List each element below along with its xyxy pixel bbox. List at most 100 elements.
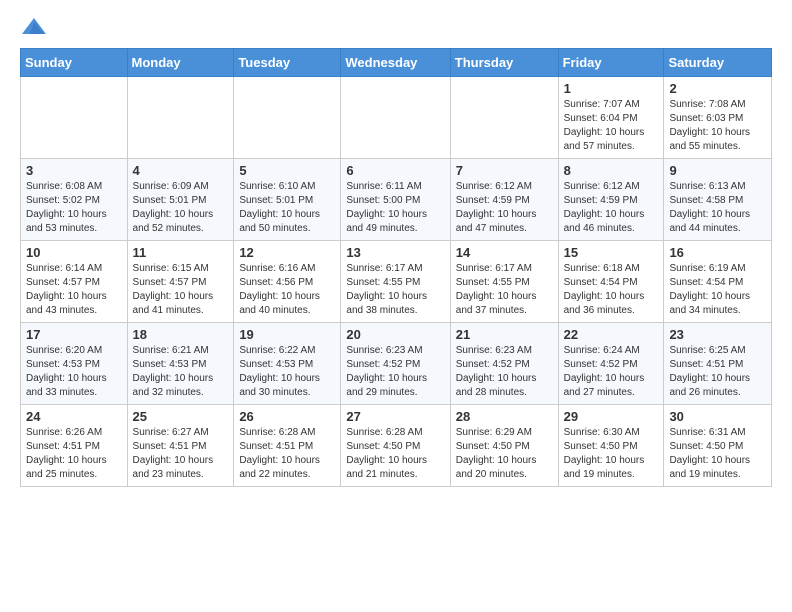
- day-cell: 22 Sunrise: 6:24 AM Sunset: 4:52 PM Dayli…: [558, 323, 664, 405]
- day-info: Sunrise: 6:24 AM Sunset: 4:52 PM Dayligh…: [564, 344, 659, 400]
- day-cell: 19 Sunrise: 6:22 AM Sunset: 4:53 PM Dayli…: [234, 323, 341, 405]
- logo-area: [20, 16, 52, 38]
- day-cell: 28 Sunrise: 6:29 AM Sunset: 4:50 PM Dayli…: [450, 405, 558, 487]
- day-cell: 26 Sunrise: 6:28 AM Sunset: 4:51 PM Dayli…: [234, 405, 341, 487]
- day-number: 3: [26, 163, 122, 178]
- day-number: 9: [669, 163, 766, 178]
- day-info: Sunrise: 6:28 AM Sunset: 4:51 PM Dayligh…: [239, 426, 335, 482]
- day-number: 16: [669, 245, 766, 260]
- column-header-sunday: Sunday: [21, 49, 128, 77]
- day-info: Sunrise: 6:12 AM Sunset: 4:59 PM Dayligh…: [564, 180, 659, 236]
- logo-icon: [20, 16, 48, 38]
- day-number: 23: [669, 327, 766, 342]
- week-row-4: 17 Sunrise: 6:20 AM Sunset: 4:53 PM Dayli…: [21, 323, 772, 405]
- day-cell: 30 Sunrise: 6:31 AM Sunset: 4:50 PM Dayli…: [664, 405, 772, 487]
- day-number: 4: [133, 163, 229, 178]
- day-info: Sunrise: 6:13 AM Sunset: 4:58 PM Dayligh…: [669, 180, 766, 236]
- day-info: Sunrise: 6:08 AM Sunset: 5:02 PM Dayligh…: [26, 180, 122, 236]
- day-info: Sunrise: 6:20 AM Sunset: 4:53 PM Dayligh…: [26, 344, 122, 400]
- day-number: 28: [456, 409, 553, 424]
- day-number: 6: [346, 163, 444, 178]
- day-number: 14: [456, 245, 553, 260]
- header-row: SundayMondayTuesdayWednesdayThursdayFrid…: [21, 49, 772, 77]
- day-number: 17: [26, 327, 122, 342]
- day-cell: 17 Sunrise: 6:20 AM Sunset: 4:53 PM Dayli…: [21, 323, 128, 405]
- day-number: 27: [346, 409, 444, 424]
- day-info: Sunrise: 6:31 AM Sunset: 4:50 PM Dayligh…: [669, 426, 766, 482]
- day-number: 11: [133, 245, 229, 260]
- column-header-friday: Friday: [558, 49, 664, 77]
- day-cell: 6 Sunrise: 6:11 AM Sunset: 5:00 PM Daylig…: [341, 159, 450, 241]
- day-number: 7: [456, 163, 553, 178]
- week-row-3: 10 Sunrise: 6:14 AM Sunset: 4:57 PM Dayli…: [21, 241, 772, 323]
- day-number: 20: [346, 327, 444, 342]
- day-number: 12: [239, 245, 335, 260]
- day-number: 8: [564, 163, 659, 178]
- day-cell: 5 Sunrise: 6:10 AM Sunset: 5:01 PM Daylig…: [234, 159, 341, 241]
- day-info: Sunrise: 6:18 AM Sunset: 4:54 PM Dayligh…: [564, 262, 659, 318]
- page: SundayMondayTuesdayWednesdayThursdayFrid…: [0, 0, 792, 503]
- day-cell: 2Sunrise: 7:08 AM Sunset: 6:03 PM Daylig…: [664, 77, 772, 159]
- day-info: Sunrise: 6:17 AM Sunset: 4:55 PM Dayligh…: [346, 262, 444, 318]
- day-cell: 4 Sunrise: 6:09 AM Sunset: 5:01 PM Daylig…: [127, 159, 234, 241]
- day-info: Sunrise: 6:30 AM Sunset: 4:50 PM Dayligh…: [564, 426, 659, 482]
- day-info: Sunrise: 6:12 AM Sunset: 4:59 PM Dayligh…: [456, 180, 553, 236]
- day-cell: 14 Sunrise: 6:17 AM Sunset: 4:55 PM Dayli…: [450, 241, 558, 323]
- day-cell: 27 Sunrise: 6:28 AM Sunset: 4:50 PM Dayli…: [341, 405, 450, 487]
- logo: [20, 16, 52, 38]
- day-info: Sunrise: 6:27 AM Sunset: 4:51 PM Dayligh…: [133, 426, 229, 482]
- header: [20, 16, 772, 38]
- day-number: 21: [456, 327, 553, 342]
- day-info: Sunrise: 6:09 AM Sunset: 5:01 PM Dayligh…: [133, 180, 229, 236]
- day-info: Sunrise: 6:22 AM Sunset: 4:53 PM Dayligh…: [239, 344, 335, 400]
- day-number: 26: [239, 409, 335, 424]
- column-header-tuesday: Tuesday: [234, 49, 341, 77]
- day-info: Sunrise: 7:07 AM Sunset: 6:04 PM Dayligh…: [564, 98, 659, 154]
- day-number: 10: [26, 245, 122, 260]
- calendar-header: SundayMondayTuesdayWednesdayThursdayFrid…: [21, 49, 772, 77]
- day-number: 22: [564, 327, 659, 342]
- day-cell: [127, 77, 234, 159]
- day-cell: 3 Sunrise: 6:08 AM Sunset: 5:02 PM Daylig…: [21, 159, 128, 241]
- week-row-5: 24 Sunrise: 6:26 AM Sunset: 4:51 PM Dayli…: [21, 405, 772, 487]
- day-info: Sunrise: 6:25 AM Sunset: 4:51 PM Dayligh…: [669, 344, 766, 400]
- day-number: 13: [346, 245, 444, 260]
- day-info: Sunrise: 6:15 AM Sunset: 4:57 PM Dayligh…: [133, 262, 229, 318]
- column-header-saturday: Saturday: [664, 49, 772, 77]
- day-info: Sunrise: 6:21 AM Sunset: 4:53 PM Dayligh…: [133, 344, 229, 400]
- day-cell: [341, 77, 450, 159]
- day-info: Sunrise: 6:28 AM Sunset: 4:50 PM Dayligh…: [346, 426, 444, 482]
- day-cell: [21, 77, 128, 159]
- day-info: Sunrise: 6:23 AM Sunset: 4:52 PM Dayligh…: [346, 344, 444, 400]
- day-info: Sunrise: 6:17 AM Sunset: 4:55 PM Dayligh…: [456, 262, 553, 318]
- day-info: Sunrise: 6:14 AM Sunset: 4:57 PM Dayligh…: [26, 262, 122, 318]
- day-cell: 7 Sunrise: 6:12 AM Sunset: 4:59 PM Daylig…: [450, 159, 558, 241]
- day-cell: 20 Sunrise: 6:23 AM Sunset: 4:52 PM Dayli…: [341, 323, 450, 405]
- day-info: Sunrise: 6:29 AM Sunset: 4:50 PM Dayligh…: [456, 426, 553, 482]
- day-info: Sunrise: 6:10 AM Sunset: 5:01 PM Dayligh…: [239, 180, 335, 236]
- day-cell: 29 Sunrise: 6:30 AM Sunset: 4:50 PM Dayli…: [558, 405, 664, 487]
- day-cell: 11 Sunrise: 6:15 AM Sunset: 4:57 PM Dayli…: [127, 241, 234, 323]
- day-info: Sunrise: 6:11 AM Sunset: 5:00 PM Dayligh…: [346, 180, 444, 236]
- day-cell: 13 Sunrise: 6:17 AM Sunset: 4:55 PM Dayli…: [341, 241, 450, 323]
- column-header-wednesday: Wednesday: [341, 49, 450, 77]
- day-cell: 23 Sunrise: 6:25 AM Sunset: 4:51 PM Dayli…: [664, 323, 772, 405]
- day-number: 30: [669, 409, 766, 424]
- day-number: 5: [239, 163, 335, 178]
- day-cell: 8 Sunrise: 6:12 AM Sunset: 4:59 PM Daylig…: [558, 159, 664, 241]
- day-number: 1: [564, 81, 659, 96]
- day-info: Sunrise: 6:26 AM Sunset: 4:51 PM Dayligh…: [26, 426, 122, 482]
- day-number: 19: [239, 327, 335, 342]
- day-info: Sunrise: 6:16 AM Sunset: 4:56 PM Dayligh…: [239, 262, 335, 318]
- calendar: SundayMondayTuesdayWednesdayThursdayFrid…: [20, 48, 772, 487]
- day-cell: [234, 77, 341, 159]
- day-number: 24: [26, 409, 122, 424]
- day-info: Sunrise: 6:23 AM Sunset: 4:52 PM Dayligh…: [456, 344, 553, 400]
- day-cell: 16 Sunrise: 6:19 AM Sunset: 4:54 PM Dayli…: [664, 241, 772, 323]
- day-number: 29: [564, 409, 659, 424]
- day-cell: [450, 77, 558, 159]
- day-cell: 25Sunrise: 6:27 AM Sunset: 4:51 PM Dayli…: [127, 405, 234, 487]
- day-info: Sunrise: 6:19 AM Sunset: 4:54 PM Dayligh…: [669, 262, 766, 318]
- day-cell: 1 Sunrise: 7:07 AM Sunset: 6:04 PM Daylig…: [558, 77, 664, 159]
- day-cell: 12 Sunrise: 6:16 AM Sunset: 4:56 PM Dayli…: [234, 241, 341, 323]
